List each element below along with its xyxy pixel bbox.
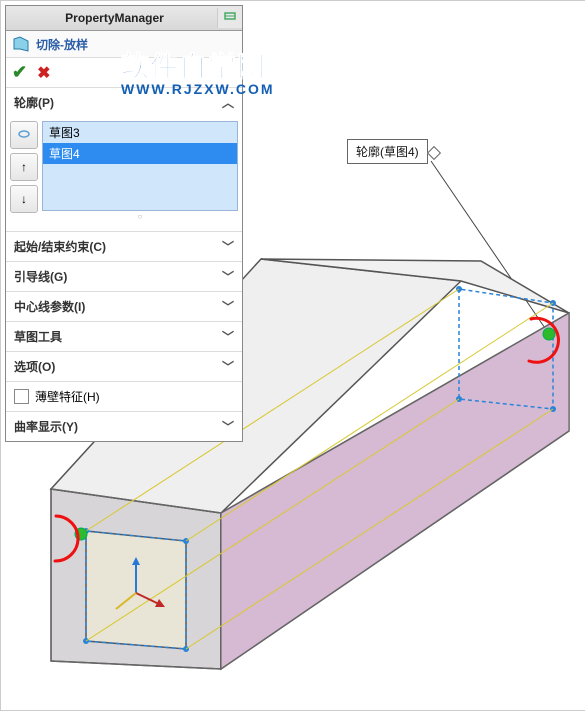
guides-section[interactable]: 引导线(G) ﹀ xyxy=(6,261,242,291)
profiles-label: 轮廓(P) xyxy=(14,94,54,111)
watermark-text: 软件自学网 xyxy=(121,45,275,85)
arrow-down-icon: ↓ xyxy=(21,192,27,206)
cut-loft-icon xyxy=(12,35,30,53)
sketch-tools-label: 草图工具 xyxy=(14,328,62,345)
selection-callout: 轮廓(草图4) xyxy=(347,139,428,164)
ok-button[interactable]: ✔ xyxy=(12,62,27,83)
options-section[interactable]: 选项(O) ﹀ xyxy=(6,351,242,381)
profile-side-buttons: ↑ ↓ xyxy=(10,121,38,221)
chevron-down-icon: ﹀ xyxy=(222,328,234,345)
thin-feature-row: 薄壁特征(H) xyxy=(6,381,242,411)
pin-icon xyxy=(223,10,237,27)
swap-icon xyxy=(17,127,31,144)
profiles-listbox[interactable]: 草图3 草图4 xyxy=(42,121,238,211)
thin-feature-checkbox[interactable] xyxy=(14,389,29,404)
feature-name: 切除-放样 xyxy=(36,36,88,53)
panel-header: PropertyManager xyxy=(6,6,242,31)
move-up-button[interactable]: ↑ xyxy=(10,153,38,181)
sketch-tools-section[interactable]: 草图工具 ﹀ xyxy=(6,321,242,351)
watermark: 软件自学网 WWW.RJZXW.COM xyxy=(121,45,275,97)
thin-feature-label: 薄壁特征(H) xyxy=(35,388,100,405)
move-down-button[interactable]: ↓ xyxy=(10,185,38,213)
list-item[interactable]: 草图4 xyxy=(43,143,237,164)
chevron-down-icon: ﹀ xyxy=(222,268,234,285)
list-item[interactable]: 草图3 xyxy=(43,122,237,143)
cancel-button[interactable]: ✖ xyxy=(37,63,50,83)
watermark-url: WWW.RJZXW.COM xyxy=(121,81,275,97)
chevron-down-icon: ﹀ xyxy=(222,358,234,375)
start-end-label: 起始/结束约束(C) xyxy=(14,238,106,255)
swap-profiles-button[interactable] xyxy=(10,121,38,149)
centerline-section[interactable]: 中心线参数(I) ﹀ xyxy=(6,291,242,321)
guides-label: 引导线(G) xyxy=(14,268,67,285)
options-label: 选项(O) xyxy=(14,358,55,375)
start-end-section[interactable]: 起始/结束约束(C) ﹀ xyxy=(6,231,242,261)
curvature-section[interactable]: 曲率显示(Y) ﹀ xyxy=(6,411,242,441)
panel-pin-button[interactable] xyxy=(217,8,242,28)
chevron-down-icon: ﹀ xyxy=(222,298,234,315)
callout-label: 轮廓(草图4) xyxy=(356,145,419,159)
curvature-label: 曲率显示(Y) xyxy=(14,418,78,435)
chevron-down-icon: ﹀ xyxy=(222,418,234,435)
profiles-section-body: ↑ ↓ 草图3 草图4 ○ xyxy=(6,117,242,231)
centerline-label: 中心线参数(I) xyxy=(14,298,85,315)
list-resize-handle[interactable]: ○ xyxy=(42,211,238,221)
panel-title: PropertyManager xyxy=(12,11,217,25)
arrow-up-icon: ↑ xyxy=(21,160,27,174)
chevron-down-icon: ﹀ xyxy=(222,238,234,255)
